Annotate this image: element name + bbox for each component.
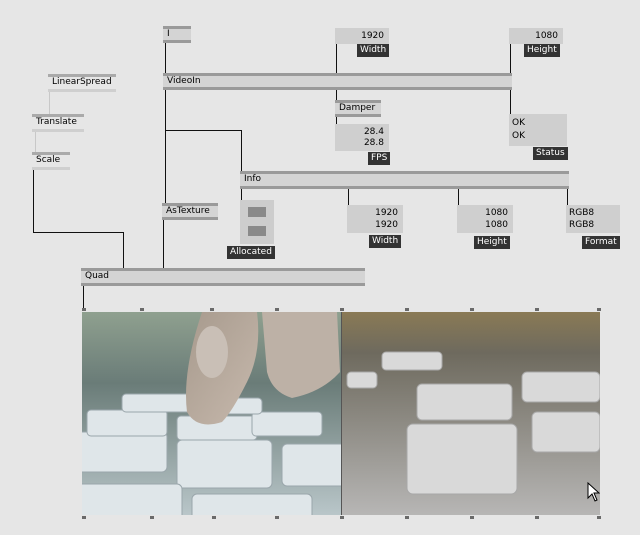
wire-videoin-status xyxy=(510,90,511,114)
status-iobox-tag: Status xyxy=(533,147,568,160)
damper-node[interactable]: Damper xyxy=(335,100,381,117)
wire-damper-fps xyxy=(336,116,337,124)
videoin-node[interactable]: VideoIn xyxy=(163,73,512,90)
translate-node[interactable]: Translate xyxy=(32,114,84,132)
astexture-node-label: AsTexture xyxy=(166,206,210,216)
height-iobox-tag: Height xyxy=(524,44,560,57)
width-iobox-value: 1920 xyxy=(361,31,384,41)
wire-scale-quad-v2 xyxy=(123,232,124,268)
info-width-value-1: 1920 xyxy=(375,208,398,218)
videoin-node-label: VideoIn xyxy=(167,76,201,86)
astexture-node[interactable]: AsTexture xyxy=(162,203,218,220)
info-height-value-2: 1080 xyxy=(485,220,508,230)
wire-info-allocated xyxy=(241,189,242,200)
linearspread-node[interactable]: LinearSpread xyxy=(48,74,116,92)
damper-node-label: Damper xyxy=(339,103,376,113)
wire-info-height xyxy=(458,189,459,205)
wire-height-videoin xyxy=(510,44,511,74)
height-iobox-value: 1080 xyxy=(535,31,558,41)
scale-node[interactable]: Scale xyxy=(32,152,70,170)
info-width-tag: Width xyxy=(369,235,402,248)
fps-value-2: 28.8 xyxy=(363,138,384,148)
info-height-tag: Height xyxy=(474,236,510,249)
info-node-label: Info xyxy=(244,174,262,184)
fps-iobox[interactable]: 28.4 28.8 xyxy=(335,124,389,151)
info-format-tag: Format xyxy=(582,236,620,249)
info-format-value-2: RGB8 xyxy=(569,220,595,230)
scale-node-label: Scale xyxy=(36,155,61,165)
wire-astexture-quad xyxy=(163,220,164,268)
info-height-value-1: 1080 xyxy=(485,208,508,218)
info-height-iobox[interactable]: 1080 1080 xyxy=(457,205,513,233)
width-iobox[interactable]: 1920 xyxy=(335,28,389,44)
info-node[interactable]: Info xyxy=(240,171,569,189)
wire-scale-quad-v1 xyxy=(33,170,34,232)
wire-scale-quad-h xyxy=(33,232,123,233)
wire-videoin-astexture xyxy=(165,90,166,204)
info-format-iobox[interactable]: RGB8 RGB8 xyxy=(566,205,620,233)
switch-node-label: I xyxy=(167,29,170,39)
allocated-toggle-1[interactable] xyxy=(248,207,266,217)
allocated-toggle-2[interactable] xyxy=(248,226,266,236)
height-iobox[interactable]: 1080 xyxy=(509,28,563,44)
info-width-value-2: 1920 xyxy=(375,220,398,230)
mouse-cursor-icon xyxy=(587,482,600,502)
width-iobox-tag: Width xyxy=(357,44,390,57)
wire-translate-scale xyxy=(35,131,36,153)
switch-node[interactable]: I xyxy=(163,26,191,43)
allocated-iobox-tag: Allocated xyxy=(227,246,275,259)
linearspread-node-label: LinearSpread xyxy=(52,77,112,87)
allocated-iobox[interactable] xyxy=(240,200,274,244)
fps-iobox-tag: FPS xyxy=(368,152,391,165)
status-iobox[interactable]: OK OK xyxy=(509,114,567,146)
quad-node[interactable]: Quad xyxy=(81,268,365,286)
wire-info-format xyxy=(567,189,568,205)
fps-value-1: 28.4 xyxy=(363,127,384,137)
status-value-2: OK xyxy=(512,131,525,141)
info-width-iobox[interactable]: 1920 1920 xyxy=(347,205,403,233)
info-format-value-1: RGB8 xyxy=(569,208,595,218)
wire-videoin-damper xyxy=(336,90,337,100)
wire-linearspread-translate xyxy=(49,92,50,114)
translate-node-label: Translate xyxy=(36,117,77,127)
wire-quad-renderer xyxy=(83,286,84,309)
wire-width-videoin xyxy=(336,44,337,74)
status-value-1: OK xyxy=(512,118,525,128)
wire-switch-videoin xyxy=(165,42,166,74)
wire-info-width xyxy=(348,189,349,205)
quad-node-label: Quad xyxy=(85,271,110,281)
wire-videoin-info xyxy=(165,130,241,131)
wire-videoin-info-v xyxy=(241,130,242,171)
renderer-window[interactable] xyxy=(82,312,600,515)
video-preview-image xyxy=(82,312,600,515)
